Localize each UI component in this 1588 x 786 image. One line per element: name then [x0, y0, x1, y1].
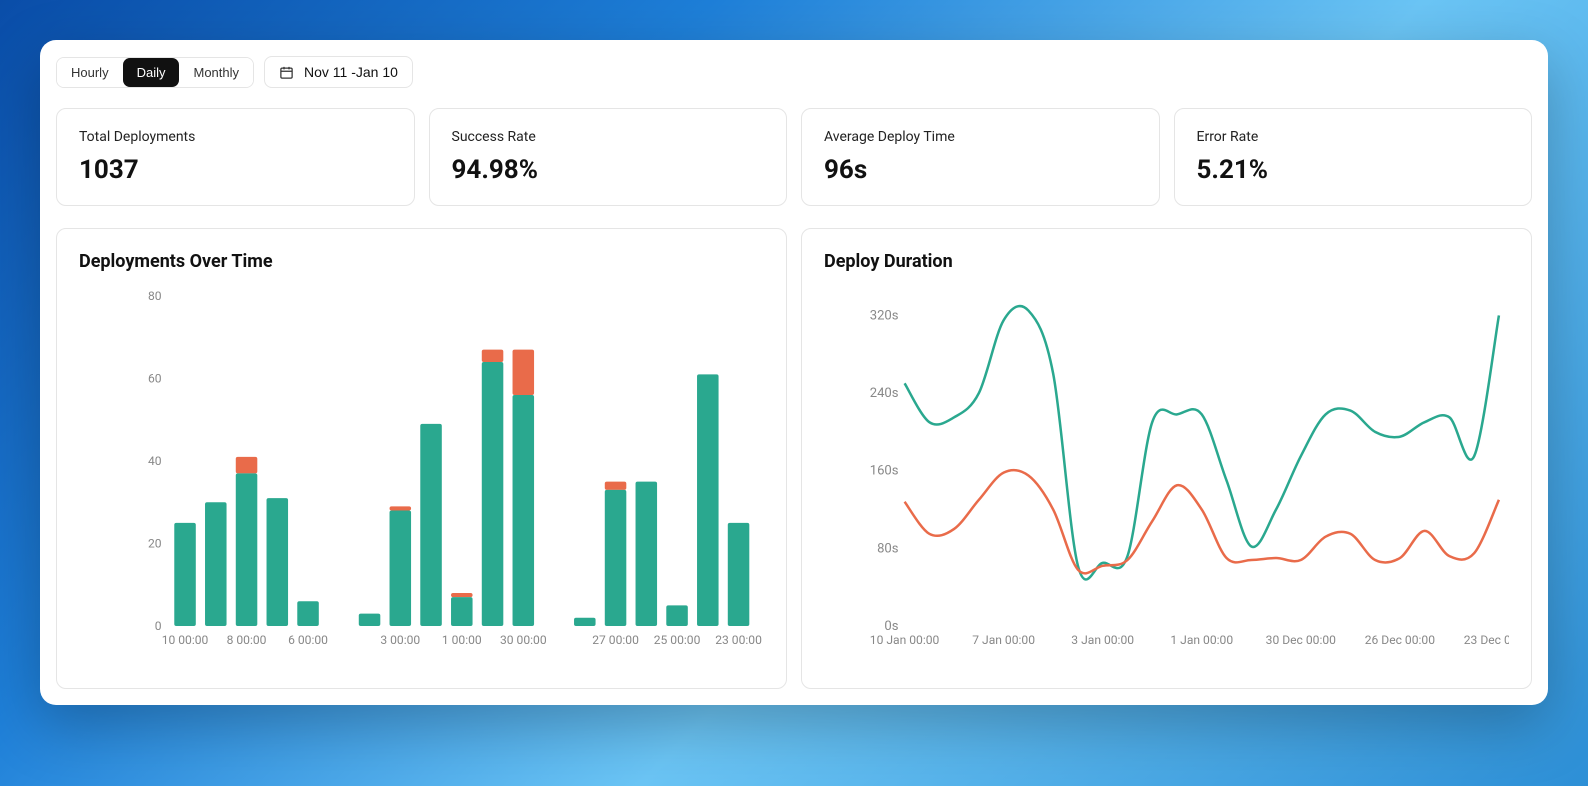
stat-error-rate: Error Rate 5.21% [1174, 108, 1533, 206]
stat-value: 1037 [79, 155, 392, 185]
svg-text:1 Jan 00:00: 1 Jan 00:00 [1170, 633, 1233, 647]
svg-text:1 00:00: 1 00:00 [442, 633, 482, 647]
stat-label: Average Deploy Time [824, 129, 1137, 145]
hourly-button[interactable]: Hourly [57, 58, 123, 87]
svg-text:26 Dec 00:00: 26 Dec 00:00 [1365, 633, 1436, 647]
toolbar: Hourly Daily Monthly Nov 11 -Jan 10 [56, 56, 1532, 88]
date-range-button[interactable]: Nov 11 -Jan 10 [264, 56, 413, 88]
daily-button[interactable]: Daily [123, 58, 180, 87]
stat-value: 5.21% [1197, 155, 1510, 185]
svg-text:0: 0 [155, 619, 162, 633]
svg-text:20: 20 [148, 537, 162, 551]
svg-text:7 Jan 00:00: 7 Jan 00:00 [972, 633, 1035, 647]
stat-avg-deploy-time: Average Deploy Time 96s [801, 108, 1160, 206]
svg-text:27 00:00: 27 00:00 [592, 633, 639, 647]
stat-value: 94.98% [452, 155, 765, 185]
calendar-icon [279, 65, 294, 80]
svg-text:240s: 240s [870, 386, 899, 401]
stat-label: Error Rate [1197, 129, 1510, 145]
svg-text:60: 60 [148, 372, 162, 386]
svg-text:10 Jan 00:00: 10 Jan 00:00 [870, 633, 940, 647]
svg-text:10 00:00: 10 00:00 [162, 633, 209, 647]
stat-success-rate: Success Rate 94.98% [429, 108, 788, 206]
svg-text:80: 80 [148, 289, 162, 303]
charts-row: Deployments Over Time 0 20 40 60 80 10 00:00 8… [56, 228, 1532, 689]
svg-text:320s: 320s [870, 308, 899, 323]
monthly-button[interactable]: Monthly [179, 58, 253, 87]
svg-text:80s: 80s [877, 541, 899, 556]
stat-label: Total Deployments [79, 129, 392, 145]
svg-text:8 00:00: 8 00:00 [227, 633, 267, 647]
svg-text:30 00:00: 30 00:00 [500, 633, 547, 647]
svg-text:40: 40 [148, 454, 162, 468]
deployments-bar-chart: 0 20 40 60 80 10 00:00 8 00:00 6 00:00 3 00:00 1 … [79, 286, 764, 666]
stat-total-deployments: Total Deployments 1037 [56, 108, 415, 206]
deployments-over-time-card: Deployments Over Time 0 20 40 60 80 10 00:00 8… [56, 228, 787, 689]
date-range-label: Nov 11 -Jan 10 [304, 64, 398, 80]
dashboard: Hourly Daily Monthly Nov 11 -Jan 10 Tota… [40, 40, 1548, 705]
svg-text:30 Dec 00:00: 30 Dec 00:00 [1266, 633, 1337, 647]
svg-text:23 00:00: 23 00:00 [715, 633, 762, 647]
stat-label: Success Rate [452, 129, 765, 145]
granularity-toggle: Hourly Daily Monthly [56, 57, 254, 88]
duration-line-chart: 0s 80s 160s 240s 320s 10 Jan 00:00 7 Jan 00:00… [824, 286, 1509, 666]
svg-text:3 Jan 00:00: 3 Jan 00:00 [1071, 633, 1134, 647]
svg-text:0s: 0s [884, 619, 898, 634]
svg-text:3 00:00: 3 00:00 [380, 633, 420, 647]
stats-row: Total Deployments 1037 Success Rate 94.9… [56, 108, 1532, 206]
deploy-duration-card: Deploy Duration 0s 80s 160s 240s 320s 10 Jan … [801, 228, 1532, 689]
chart-title: Deploy Duration [824, 251, 1509, 272]
stat-value: 96s [824, 155, 1137, 185]
chart-title: Deployments Over Time [79, 251, 764, 272]
svg-text:23 Dec 00:00: 23 Dec 00:00 [1464, 633, 1509, 647]
svg-text:6 00:00: 6 00:00 [288, 633, 328, 647]
svg-text:160s: 160s [870, 464, 899, 479]
svg-text:25 00:00: 25 00:00 [654, 633, 701, 647]
